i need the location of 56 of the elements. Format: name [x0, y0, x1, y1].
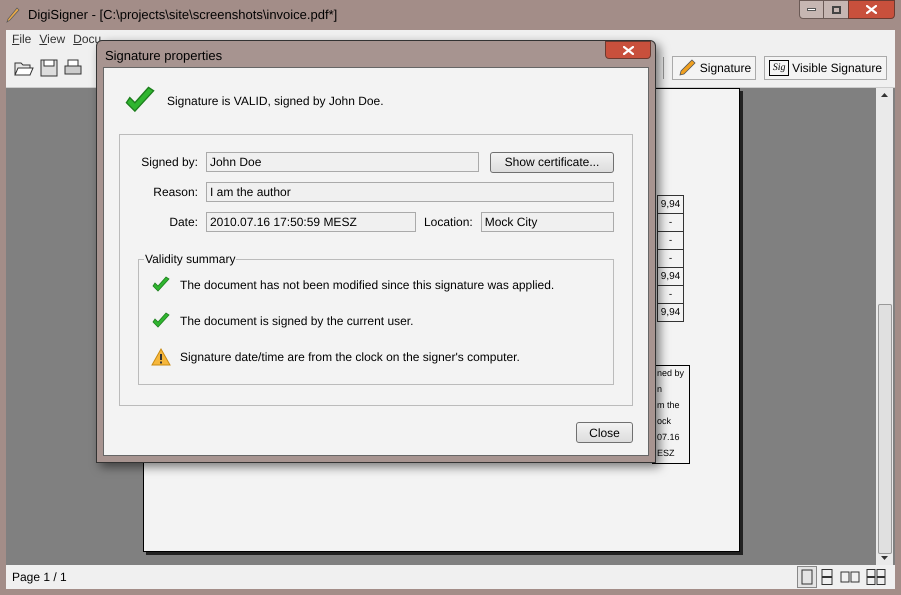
validity-item: The document is signed by the current user. — [180, 313, 414, 330]
table-cell: 9,94 — [657, 303, 684, 322]
text-field[interactable]: I am the author — [206, 182, 614, 202]
group-title: Validity summary — [144, 252, 236, 266]
scroll-down-arrow-icon[interactable] — [881, 556, 888, 560]
table-cell: - — [657, 285, 684, 304]
text-field[interactable]: Mock City — [480, 212, 614, 232]
minimize-button[interactable] — [799, 0, 824, 19]
pencil-icon — [676, 58, 697, 78]
table-cell: - — [657, 213, 684, 232]
validity-item: The document has not been modified since this signature was applied. — [180, 277, 554, 294]
close-icon — [622, 46, 634, 54]
table-cell: - — [657, 231, 684, 250]
field-label: Location: — [424, 214, 473, 231]
close-button[interactable] — [848, 0, 895, 19]
pencil-icon — [6, 7, 20, 23]
save-icon — [40, 58, 58, 76]
single-page-icon — [800, 569, 814, 585]
note-text: n — [657, 384, 664, 394]
note-text: ock — [657, 416, 672, 426]
field-label: Reason: — [152, 184, 198, 201]
close-dialog-button[interactable]: Close — [576, 422, 633, 443]
continuous-pages-icon — [820, 569, 834, 585]
menu-item[interactable]: File — [12, 30, 32, 48]
toolbar-button[interactable]: Sig Visible Signature — [764, 56, 887, 80]
dialog-title: Signature properties — [105, 47, 222, 65]
table-cell: - — [657, 249, 684, 268]
four-pages-icon — [866, 569, 886, 585]
close-icon — [866, 5, 877, 14]
warning-icon — [151, 347, 171, 367]
validity-message: Signature is VALID, signed by John Doe. — [167, 93, 384, 110]
menu-item[interactable]: View — [39, 30, 66, 48]
validity-item: Signature date/time are from the clock on the signer's computer. — [180, 349, 520, 366]
text-field[interactable]: 2010.07.16 17:50:59 MESZ — [206, 212, 416, 232]
sig-icon: Sig — [769, 60, 790, 76]
note-text: ned by — [657, 368, 686, 378]
print-icon — [64, 58, 82, 76]
view-mode-button[interactable] — [797, 566, 817, 588]
show-certificate-button[interactable]: Show certificate... — [490, 152, 614, 172]
scrollbar-thumb[interactable] — [878, 304, 892, 554]
scroll-up-arrow-icon[interactable] — [881, 93, 888, 97]
note-text: ESZ — [657, 448, 676, 458]
vertical-scrollbar[interactable] — [876, 88, 893, 565]
table-cell: 9,94 — [657, 195, 684, 214]
field-label: Signed by: — [140, 154, 198, 171]
two-pages-icon — [840, 569, 860, 585]
field-label: Date: — [168, 214, 198, 231]
note-text: m the — [657, 400, 681, 410]
text-field[interactable]: John Doe — [206, 152, 479, 172]
page-indicator: Page 1 / 1 — [12, 569, 67, 586]
note-text: 07.16 — [657, 432, 681, 442]
toolbar-button[interactable]: Signature — [672, 56, 756, 80]
close-button[interactable] — [605, 41, 651, 59]
table-cell: 9,94 — [657, 267, 684, 286]
window-title: DigiSigner - [C:\projects\site\screenshots\invoice.pdf*] — [28, 6, 338, 24]
maximize-button[interactable] — [824, 0, 848, 19]
